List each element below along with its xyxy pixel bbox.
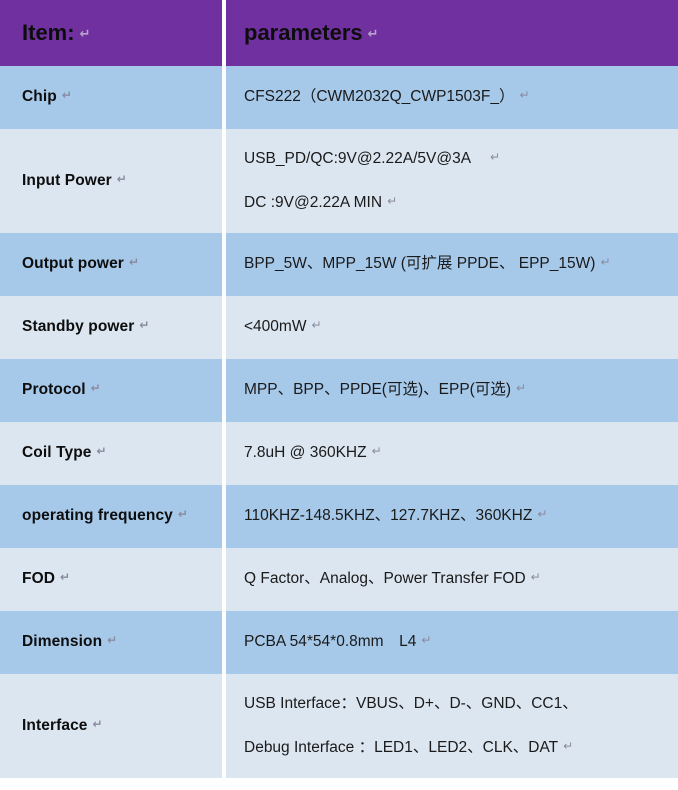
row-value-text: Q Factor、Analog、Power Transfer FOD xyxy=(244,570,526,588)
header-cell-parameters: parameters ↵ xyxy=(226,0,678,66)
paragraph-mark-icon: ↵ xyxy=(90,381,101,396)
row-value-standby-power: <400mW ↵ xyxy=(226,296,678,359)
table-row: Chip ↵ CFS222（CWM2032Q_CWP1503F_） ↵ xyxy=(0,66,678,129)
row-value-chip: CFS222（CWM2032Q_CWP1503F_） ↵ xyxy=(226,66,678,129)
paragraph-mark-icon: ↵ xyxy=(92,716,103,731)
row-label-text: Protocol xyxy=(22,381,86,399)
row-value-text: MPP、BPP、PPDE(可选)、EPP(可选) xyxy=(244,381,511,399)
paragraph-mark-icon: ↵ xyxy=(367,26,379,42)
row-label-protocol: Protocol ↵ xyxy=(0,359,222,422)
row-value-dimension: PCBA 54*54*0.8mm L4 ↵ xyxy=(226,611,678,674)
paragraph-mark-icon: ↵ xyxy=(79,26,91,42)
row-label-text: Standby power xyxy=(22,318,135,336)
paragraph-mark-icon: ↵ xyxy=(421,633,432,648)
row-value-output-power: BPP_5W、MPP_15W (可扩展 PPDE、 EPP_15W) ↵ xyxy=(226,233,678,296)
row-label-text: Coil Type xyxy=(22,444,92,462)
row-label-text: Interface xyxy=(22,716,88,734)
row-label-input-power: Input Power ↵ xyxy=(0,129,222,233)
paragraph-mark-icon: ↵ xyxy=(61,88,72,103)
paragraph-mark-icon: ↵ xyxy=(311,318,322,333)
row-label-text: FOD xyxy=(22,570,56,588)
table-row: Input Power ↵ USB_PD/QC:9V@2.22A/5V@3A ↵ D… xyxy=(0,129,678,233)
row-value-text: CFS222（CWM2032Q_CWP1503F_） xyxy=(244,88,515,106)
row-value-text: USB Interface：VBUS、D+、D-、GND、CC1、 xyxy=(244,694,578,712)
paragraph-mark-icon: ↵ xyxy=(537,507,548,522)
table-row: Output power ↵ BPP_5W、MPP_15W (可扩展 PPDE、 … xyxy=(0,233,678,296)
row-label-dimension: Dimension ↵ xyxy=(0,611,222,674)
paragraph-mark-icon: ↵ xyxy=(371,444,382,459)
table-row: FOD ↵ Q Factor、Analog、Power Transfer FOD ↵ xyxy=(0,548,678,611)
row-label-text: Input Power xyxy=(22,171,112,189)
paragraph-mark-icon: ↵ xyxy=(530,570,541,585)
header-label-item: Item: xyxy=(22,19,75,45)
header-label-parameters: parameters xyxy=(244,19,363,45)
row-label-operating-frequency: operating frequency ↵ xyxy=(0,485,222,548)
table-row: operating frequency ↵ 110KHZ-148.5KHZ、127… xyxy=(0,485,678,548)
paragraph-mark-icon: ↵ xyxy=(139,318,150,333)
paragraph-mark-icon: ↵ xyxy=(515,381,527,396)
row-label-interface: Interface ↵ xyxy=(0,674,222,778)
header-cell-item: Item: ↵ xyxy=(0,0,222,66)
row-value-text: <400mW xyxy=(244,318,307,336)
paragraph-mark-icon: ↵ xyxy=(519,88,530,103)
row-value-fod: Q Factor、Analog、Power Transfer FOD ↵ xyxy=(226,548,678,611)
row-label-text: Dimension xyxy=(22,633,103,651)
row-value-text: 7.8uH @ 360KHZ xyxy=(244,444,367,462)
row-label-fod: FOD ↵ xyxy=(0,548,222,611)
paragraph-mark-icon: ↵ xyxy=(563,739,574,753)
paragraph-mark-icon: ↵ xyxy=(600,255,611,270)
paragraph-mark-icon: ↵ xyxy=(60,570,71,585)
row-value-text: DC :9V@2.22A MIN xyxy=(244,194,383,211)
row-label-text: Chip xyxy=(22,88,57,106)
paragraph-mark-icon: ↵ xyxy=(128,255,140,270)
row-value-text: Debug Interface ：LED1、LED2、CLK、DAT xyxy=(244,739,559,756)
table-row: Protocol ↵ MPP、BPP、PPDE(可选)、EPP(可选) ↵ xyxy=(0,359,678,422)
row-label-text: operating frequency xyxy=(22,507,173,525)
table-row: Dimension ↵ PCBA 54*54*0.8mm L4 ↵ xyxy=(0,611,678,674)
table-row: Coil Type ↵ 7.8uH @ 360KHZ ↵ xyxy=(0,422,678,485)
paragraph-mark-icon: ↵ xyxy=(116,171,127,186)
row-value-protocol: MPP、BPP、PPDE(可选)、EPP(可选) ↵ xyxy=(226,359,678,422)
row-label-output-power: Output power ↵ xyxy=(0,233,222,296)
row-value-text: BPP_5W、MPP_15W (可扩展 PPDE、 EPP_15W) xyxy=(244,255,596,273)
table-header-row: Item: ↵ parameters ↵ xyxy=(0,0,678,66)
paragraph-mark-icon: ↵ xyxy=(96,444,107,459)
row-label-text: Output power xyxy=(22,255,124,273)
table-row: Interface ↵ USB Interface：VBUS、D+、D-、GND、… xyxy=(0,674,678,778)
row-value-coil-type: 7.8uH @ 360KHZ ↵ xyxy=(226,422,678,485)
paragraph-mark-icon: ↵ xyxy=(107,633,118,648)
paragraph-mark-icon: ↵ xyxy=(387,194,398,208)
specification-table: Item: ↵ parameters ↵ Chip ↵ CFS222（CWM2032Q… xyxy=(0,0,678,778)
row-value-text: 110KHZ-148.5KHZ、127.7KHZ、360KHZ xyxy=(244,507,533,525)
row-value-text: USB_PD/QC:9V@2.22A/5V@3A xyxy=(244,149,472,167)
row-label-chip: Chip ↵ xyxy=(0,66,222,129)
row-value-text: PCBA 54*54*0.8mm L4 xyxy=(244,633,417,651)
row-label-standby-power: Standby power ↵ xyxy=(0,296,222,359)
row-value-interface: USB Interface：VBUS、D+、D-、GND、CC1、 Debug … xyxy=(226,674,678,778)
paragraph-mark-icon: ↵ xyxy=(177,507,189,522)
row-value-operating-frequency: 110KHZ-148.5KHZ、127.7KHZ、360KHZ ↵ xyxy=(226,485,678,548)
table-row: Standby power ↵ <400mW ↵ xyxy=(0,296,678,359)
row-value-input-power: USB_PD/QC:9V@2.22A/5V@3A ↵ DC :9V@2.22A M… xyxy=(226,129,678,233)
row-label-coil-type: Coil Type ↵ xyxy=(0,422,222,485)
paragraph-mark-icon: ↵ xyxy=(490,149,501,164)
